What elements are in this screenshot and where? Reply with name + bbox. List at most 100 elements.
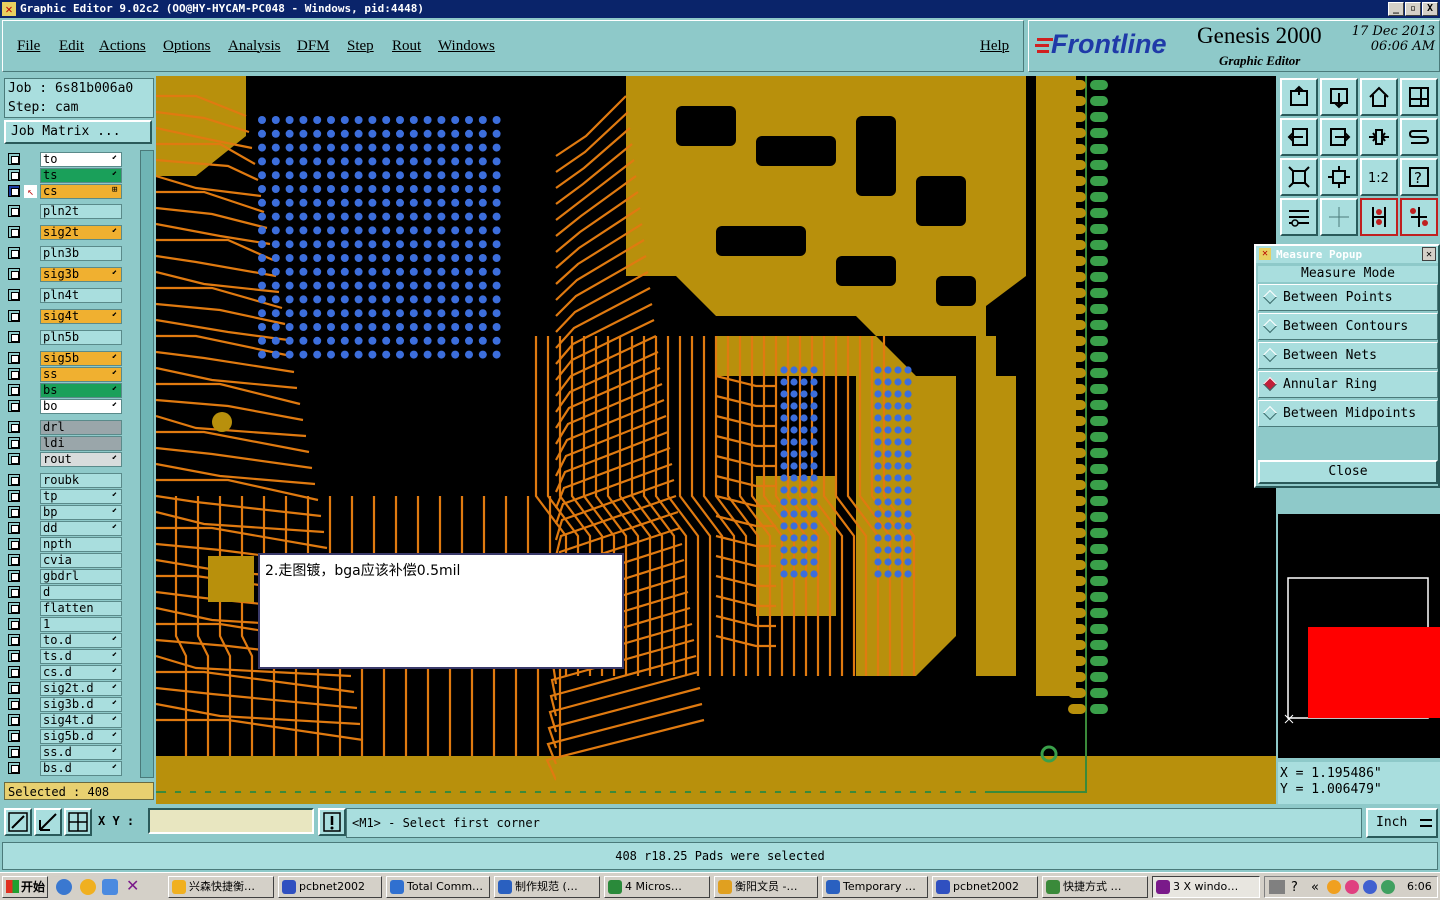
layer-row-bp[interactable]: bp ⬋ [6, 505, 138, 520]
layer-arrow-icon[interactable]: ⬋ [112, 634, 136, 644]
layer-checkbox[interactable] [8, 310, 20, 322]
layer-row-cvia[interactable]: cvia [6, 553, 138, 568]
tray-app-icon[interactable] [1363, 880, 1377, 894]
layer-row-pln3b[interactable]: pln3b [6, 246, 138, 261]
task-button[interactable]: 衡阳文员 -… [714, 876, 818, 898]
alert-icon[interactable] [318, 808, 346, 836]
task-button[interactable]: pcbnet2002 [932, 876, 1038, 898]
tray-app-icon[interactable] [1345, 880, 1359, 894]
ie-icon[interactable] [56, 879, 72, 895]
menu-rout[interactable]: Rout [392, 38, 421, 55]
start-button[interactable]: 开始 [2, 876, 48, 898]
layer-row-ldi[interactable]: ldi [6, 436, 138, 451]
measure-net-icon[interactable] [1400, 198, 1438, 236]
menu-help[interactable]: Help [980, 38, 1009, 55]
desktop-icon[interactable] [102, 879, 118, 895]
snap-icon[interactable] [4, 808, 32, 836]
xy-input[interactable] [148, 808, 314, 834]
layer-arrow-icon[interactable]: ⬋ [112, 453, 136, 463]
close-window-button[interactable]: X [1422, 2, 1438, 16]
layer-checkbox[interactable] [8, 650, 20, 662]
zoom-out-icon[interactable] [1320, 158, 1358, 196]
xwin-icon[interactable]: ✕ [126, 876, 139, 895]
help-question-icon[interactable]: ? [1400, 158, 1438, 196]
zoom-in-icon[interactable] [1280, 158, 1318, 196]
layer-name[interactable]: pln3b [40, 246, 122, 261]
layer-name[interactable]: sig2t.d [40, 681, 122, 696]
layer-row-cs-d[interactable]: cs.d ⬋ [6, 665, 138, 680]
pan-right-icon[interactable] [1320, 118, 1358, 156]
layer-name[interactable]: d [40, 585, 122, 600]
layer-name[interactable]: tp [40, 489, 122, 504]
layer-checkbox[interactable] [8, 618, 20, 630]
layer-row-flatten[interactable]: flatten [6, 601, 138, 616]
layer-arrow-icon[interactable]: ⊞ [112, 185, 136, 195]
task-button[interactable]: 4 Micros… [604, 876, 710, 898]
layer-checkbox[interactable] [8, 247, 20, 259]
menu-windows[interactable]: Windows [438, 38, 495, 55]
layer-checkbox[interactable] [8, 289, 20, 301]
layer-checkbox[interactable] [8, 205, 20, 217]
layer-row-ts-d[interactable]: ts.d ⬋ [6, 649, 138, 664]
measure-option[interactable]: Between Points [1258, 284, 1438, 311]
layer-checkbox[interactable] [8, 421, 20, 433]
layer-name[interactable]: ts [40, 168, 122, 183]
pcb-artwork[interactable] [156, 76, 1276, 804]
layer-name[interactable]: dd [40, 521, 122, 536]
grid-icon[interactable] [1320, 198, 1358, 236]
layer-row-sig2t[interactable]: sig2t ⬋ [6, 225, 138, 240]
layer-row-bo[interactable]: bo ⬋ [6, 399, 138, 414]
layer-row-1[interactable]: 1 [6, 617, 138, 632]
layer-name[interactable]: flatten [40, 601, 122, 616]
layer-arrow-icon[interactable]: ⬋ [112, 730, 136, 740]
layer-row-pln4t[interactable]: pln4t [6, 288, 138, 303]
layer-arrow-icon[interactable]: ⬋ [112, 368, 136, 378]
layer-row-sig3b[interactable]: sig3b ⬋ [6, 267, 138, 282]
layer-checkbox[interactable] [8, 554, 20, 566]
layer-arrow-icon[interactable]: ⬋ [112, 153, 136, 163]
layer-name[interactable]: npth [40, 537, 122, 552]
layer-name[interactable]: sig4t.d [40, 713, 122, 728]
task-button[interactable]: 3 X windo… [1152, 876, 1260, 898]
layer-arrow-icon[interactable]: ⬋ [112, 310, 136, 320]
tray-app-icon[interactable] [1381, 880, 1395, 894]
layer-row-sig5b[interactable]: sig5b ⬋ [6, 351, 138, 366]
menu-analysis[interactable]: Analysis [228, 38, 281, 55]
layer-checkbox[interactable] [8, 453, 20, 465]
graphic-canvas[interactable]: 2.走图镀，bga应该补偿0.5mil [156, 76, 1276, 804]
layer-checkbox[interactable] [8, 586, 20, 598]
layer-arrow-icon[interactable]: ⬋ [112, 400, 136, 410]
layer-arrow-icon[interactable]: ⬋ [112, 650, 136, 660]
layer-arrow-icon[interactable]: ⬋ [112, 506, 136, 516]
measure-option[interactable]: Between Nets [1258, 342, 1438, 369]
layer-arrow-icon[interactable]: ⬋ [112, 384, 136, 394]
zoom-fit-icon[interactable] [1360, 118, 1398, 156]
graphic-control-icon[interactable] [1280, 198, 1318, 236]
layer-checkbox[interactable] [8, 570, 20, 582]
layer-row-pln2t[interactable]: pln2t [6, 204, 138, 219]
menu-file[interactable]: File [17, 38, 40, 55]
task-button[interactable]: pcbnet2002 [278, 876, 382, 898]
task-button[interactable]: Temporary … [822, 876, 928, 898]
menu-edit[interactable]: Edit [59, 38, 84, 55]
layer-row-to-d[interactable]: to.d ⬋ [6, 633, 138, 648]
layer-checkbox[interactable] [8, 153, 20, 165]
layer-name[interactable]: ts.d [40, 649, 122, 664]
menu-dfm[interactable]: DFM [297, 38, 330, 55]
layer-row-drl[interactable]: drl [6, 420, 138, 435]
unit-select[interactable]: Inch [1366, 808, 1438, 838]
layer-arrow-icon[interactable]: ⬋ [112, 698, 136, 708]
layer-checkbox[interactable] [8, 437, 20, 449]
job-matrix-button[interactable]: Job Matrix ... [4, 120, 152, 144]
layer-row-d[interactable]: d [6, 585, 138, 600]
layer-row-npth[interactable]: npth [6, 537, 138, 552]
layer-name[interactable]: pln4t [40, 288, 122, 303]
layer-name[interactable]: cvia [40, 553, 122, 568]
layer-row-tp[interactable]: tp ⬋ [6, 489, 138, 504]
layer-name[interactable]: cs.d [40, 665, 122, 680]
layer-name[interactable]: ldi [40, 436, 122, 451]
clock[interactable]: 6:06 [1407, 877, 1432, 897]
layer-arrow-icon[interactable]: ⬋ [112, 352, 136, 362]
measure-option[interactable]: Between Midpoints [1258, 400, 1438, 427]
layer-arrow-icon[interactable]: ⬋ [112, 682, 136, 692]
